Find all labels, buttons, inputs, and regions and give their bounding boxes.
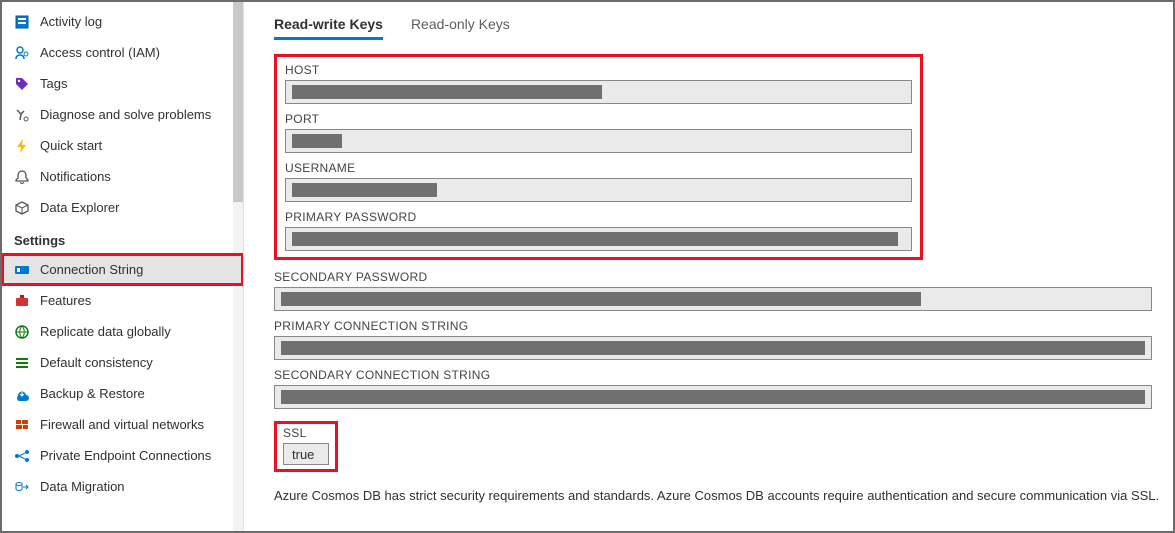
port-redacted bbox=[292, 134, 342, 148]
secondary-password-redacted bbox=[281, 292, 921, 306]
sidebar-item-label: Private Endpoint Connections bbox=[40, 448, 211, 463]
username-label: USERNAME bbox=[285, 161, 912, 175]
sidebar-item-label: Default consistency bbox=[40, 355, 153, 370]
sidebar: Activity log Access control (IAM) Tags D… bbox=[2, 2, 244, 531]
sidebar-item-firewall[interactable]: Firewall and virtual networks bbox=[2, 409, 243, 440]
primary-password-redacted bbox=[292, 232, 898, 246]
ssl-field[interactable]: true bbox=[283, 443, 329, 465]
host-redacted bbox=[292, 85, 602, 99]
firewall-icon bbox=[14, 417, 30, 433]
primary-password-field[interactable] bbox=[285, 227, 912, 251]
username-redacted bbox=[292, 183, 437, 197]
sidebar-item-label: Features bbox=[40, 293, 91, 308]
sidebar-item-label: Access control (IAM) bbox=[40, 45, 160, 60]
primary-conn-field[interactable] bbox=[274, 336, 1152, 360]
sidebar-item-label: Replicate data globally bbox=[40, 324, 171, 339]
main-panel: Read-write Keys Read-only Keys HOST PORT… bbox=[244, 2, 1173, 531]
sidebar-item-replicate[interactable]: Replicate data globally bbox=[2, 316, 243, 347]
sidebar-item-quick-start[interactable]: Quick start bbox=[2, 130, 243, 161]
sidebar-item-data-migration[interactable]: Data Migration bbox=[2, 471, 243, 502]
tags-icon bbox=[14, 76, 30, 92]
host-label: HOST bbox=[285, 63, 912, 77]
ssl-label: SSL bbox=[283, 426, 329, 440]
host-field[interactable] bbox=[285, 80, 912, 104]
sidebar-item-label: Quick start bbox=[40, 138, 102, 153]
username-field[interactable] bbox=[285, 178, 912, 202]
data-migration-icon bbox=[14, 479, 30, 495]
access-control-icon bbox=[14, 45, 30, 61]
sidebar-item-tags[interactable]: Tags bbox=[2, 68, 243, 99]
sidebar-scrollbar-thumb[interactable] bbox=[233, 2, 243, 202]
secondary-conn-redacted bbox=[281, 390, 1145, 404]
sidebar-item-label: Activity log bbox=[40, 14, 102, 29]
sidebar-item-data-explorer[interactable]: Data Explorer bbox=[2, 192, 243, 223]
sidebar-item-backup[interactable]: Backup & Restore bbox=[2, 378, 243, 409]
tab-read-write-keys[interactable]: Read-write Keys bbox=[274, 12, 383, 40]
highlighted-ssl-field: SSL true bbox=[274, 421, 338, 472]
replicate-icon bbox=[14, 324, 30, 340]
sidebar-item-label: Diagnose and solve problems bbox=[40, 107, 211, 122]
consistency-icon bbox=[14, 355, 30, 371]
highlighted-connection-fields: HOST PORT USERNAME PRIMARY PASSWORD bbox=[274, 54, 923, 260]
sidebar-item-notifications[interactable]: Notifications bbox=[2, 161, 243, 192]
port-field[interactable] bbox=[285, 129, 912, 153]
sidebar-section-settings: Settings bbox=[2, 223, 243, 254]
secondary-password-label: SECONDARY PASSWORD bbox=[274, 270, 1154, 284]
activity-log-icon bbox=[14, 14, 30, 30]
sidebar-item-label: Firewall and virtual networks bbox=[40, 417, 204, 432]
sidebar-item-label: Data Migration bbox=[40, 479, 125, 494]
tab-read-only-keys[interactable]: Read-only Keys bbox=[411, 12, 510, 40]
security-note: Azure Cosmos DB has strict security requ… bbox=[274, 486, 1173, 506]
primary-conn-redacted bbox=[281, 341, 1145, 355]
sidebar-item-diagnose[interactable]: Diagnose and solve problems bbox=[2, 99, 243, 130]
secondary-conn-label: SECONDARY CONNECTION STRING bbox=[274, 368, 1154, 382]
primary-password-label: PRIMARY PASSWORD bbox=[285, 210, 912, 224]
data-explorer-icon bbox=[14, 200, 30, 216]
backup-icon bbox=[14, 386, 30, 402]
ssl-value: true bbox=[284, 447, 322, 462]
sidebar-item-label: Backup & Restore bbox=[40, 386, 145, 401]
sidebar-item-consistency[interactable]: Default consistency bbox=[2, 347, 243, 378]
pe-connections-icon bbox=[14, 448, 30, 464]
sidebar-item-activity-log[interactable]: Activity log bbox=[2, 6, 243, 37]
quick-start-icon bbox=[14, 138, 30, 154]
port-label: PORT bbox=[285, 112, 912, 126]
secondary-password-field[interactable] bbox=[274, 287, 1152, 311]
features-icon bbox=[14, 293, 30, 309]
primary-conn-label: PRIMARY CONNECTION STRING bbox=[274, 319, 1154, 333]
sidebar-item-label: Data Explorer bbox=[40, 200, 119, 215]
sidebar-item-pe-connections[interactable]: Private Endpoint Connections bbox=[2, 440, 243, 471]
sidebar-item-features[interactable]: Features bbox=[2, 285, 243, 316]
notifications-icon bbox=[14, 169, 30, 185]
sidebar-item-label: Notifications bbox=[40, 169, 111, 184]
connection-string-icon bbox=[14, 262, 30, 278]
sidebar-item-label: Tags bbox=[40, 76, 67, 91]
sidebar-item-connection-string[interactable]: Connection String bbox=[2, 254, 243, 285]
keys-tabs: Read-write Keys Read-only Keys bbox=[274, 12, 1173, 40]
diagnose-icon bbox=[14, 107, 30, 123]
sidebar-item-label: Connection String bbox=[40, 262, 143, 277]
sidebar-item-access-control[interactable]: Access control (IAM) bbox=[2, 37, 243, 68]
secondary-conn-field[interactable] bbox=[274, 385, 1152, 409]
